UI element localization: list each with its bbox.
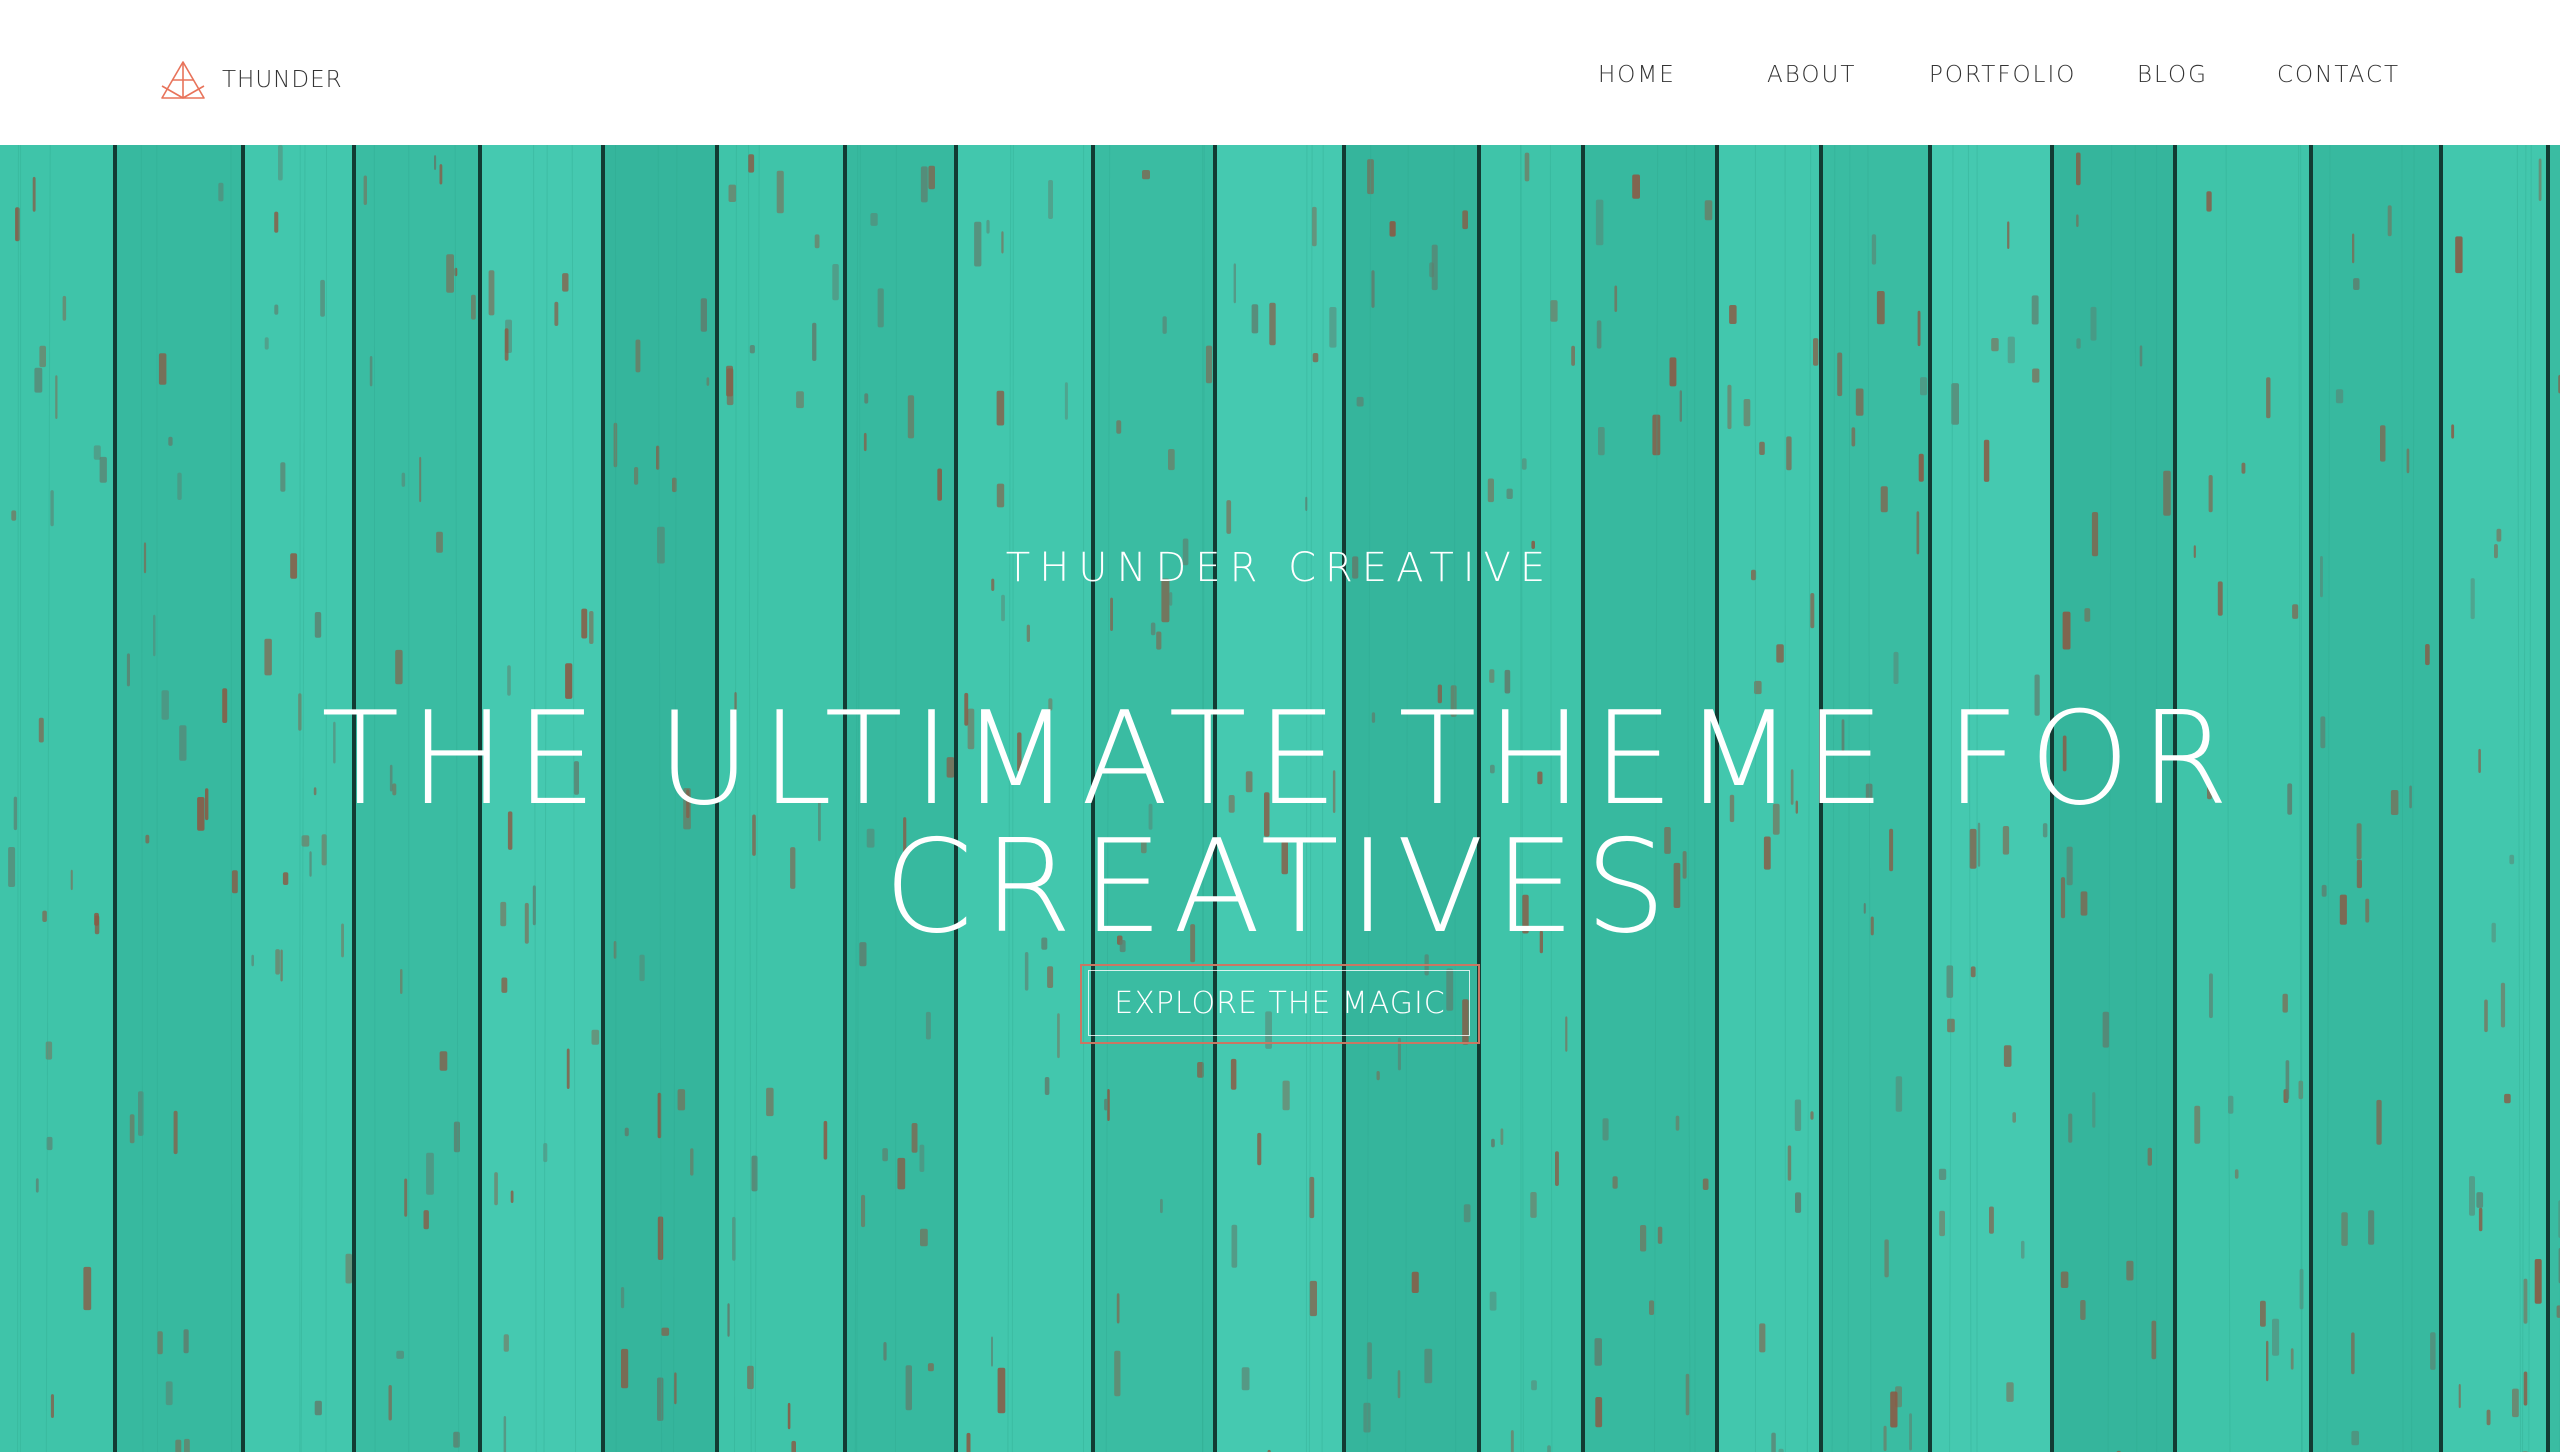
brand-name: THUNDER	[222, 67, 343, 93]
explore-button[interactable]: EXPLORE THE MAGIC	[1080, 964, 1480, 1044]
nav-blog[interactable]: BLOG	[2137, 62, 2208, 88]
brand-logo[interactable]: THUNDER	[160, 58, 343, 102]
nav-contact[interactable]: CONTACT	[2277, 62, 2400, 88]
hero-section: THUNDER CREATIVE THE ULTIMATE THEME FOR …	[0, 145, 2560, 1452]
triangle-logo-icon	[160, 60, 206, 100]
hero-headline: THE ULTIMATE THEME FOR CREATIVES	[321, 685, 2239, 962]
site-header: THUNDER HOME ABOUT PORTFOLIO BLOG CONTAC…	[0, 0, 2560, 145]
explore-button-label: EXPLORE THE MAGIC	[1114, 986, 1446, 1021]
hero-eyebrow: THUNDER CREATIVE	[1005, 545, 1555, 591]
nav-portfolio[interactable]: PORTFOLIO	[1929, 62, 2076, 88]
nav-about[interactable]: ABOUT	[1767, 62, 1856, 88]
nav-home[interactable]: HOME	[1598, 62, 1676, 88]
